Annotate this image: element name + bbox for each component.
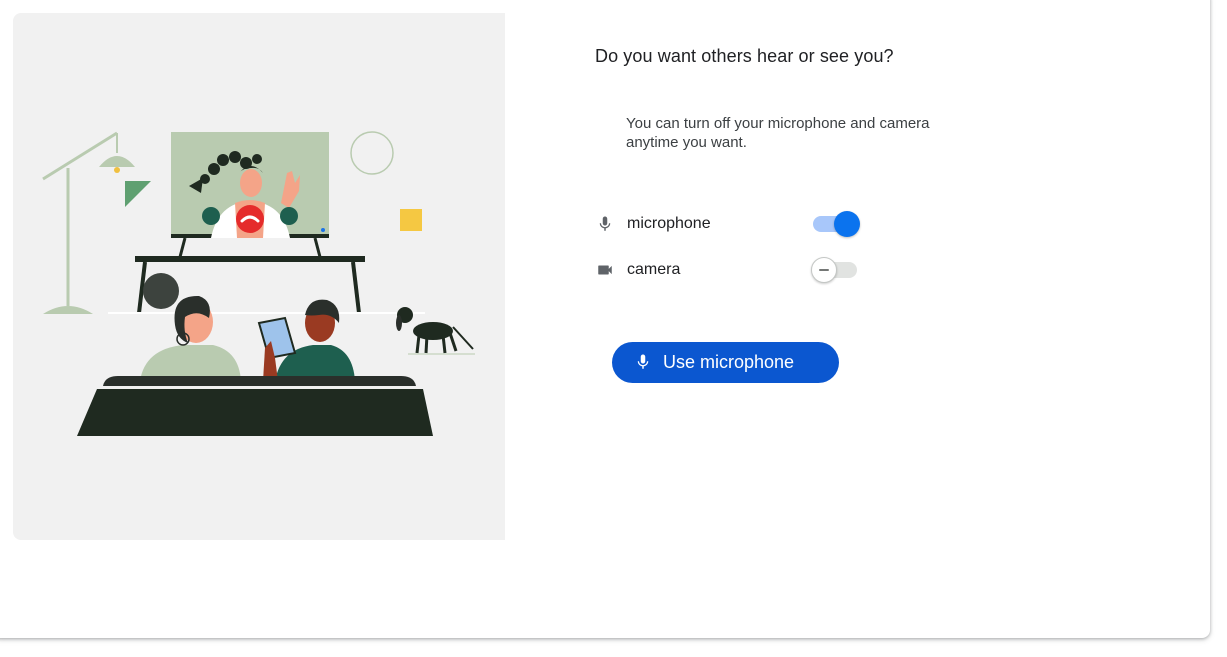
camera-label: camera bbox=[627, 261, 681, 278]
illustration-panel bbox=[13, 13, 505, 540]
use-microphone-label: Use microphone bbox=[663, 352, 795, 372]
dialog-title: Do you want others hear or see you? bbox=[595, 46, 894, 66]
use-microphone-button[interactable]: Use microphone bbox=[612, 342, 839, 383]
microphone-label: microphone bbox=[627, 215, 711, 232]
microphone-icon bbox=[599, 216, 611, 231]
camera-setting-row: camera bbox=[596, 256, 866, 284]
camera-toggle[interactable] bbox=[811, 256, 861, 284]
video-camera-icon bbox=[598, 265, 612, 275]
microphone-setting-row: microphone bbox=[596, 210, 866, 238]
microphone-toggle[interactable] bbox=[811, 210, 861, 238]
dialog-description: You can turn off your microphone and cam… bbox=[626, 115, 930, 151]
family-video-call-illustration bbox=[42, 131, 475, 436]
camera-toggle-knob bbox=[811, 257, 837, 283]
microphone-icon bbox=[637, 354, 649, 369]
microphone-toggle-knob bbox=[834, 211, 860, 237]
